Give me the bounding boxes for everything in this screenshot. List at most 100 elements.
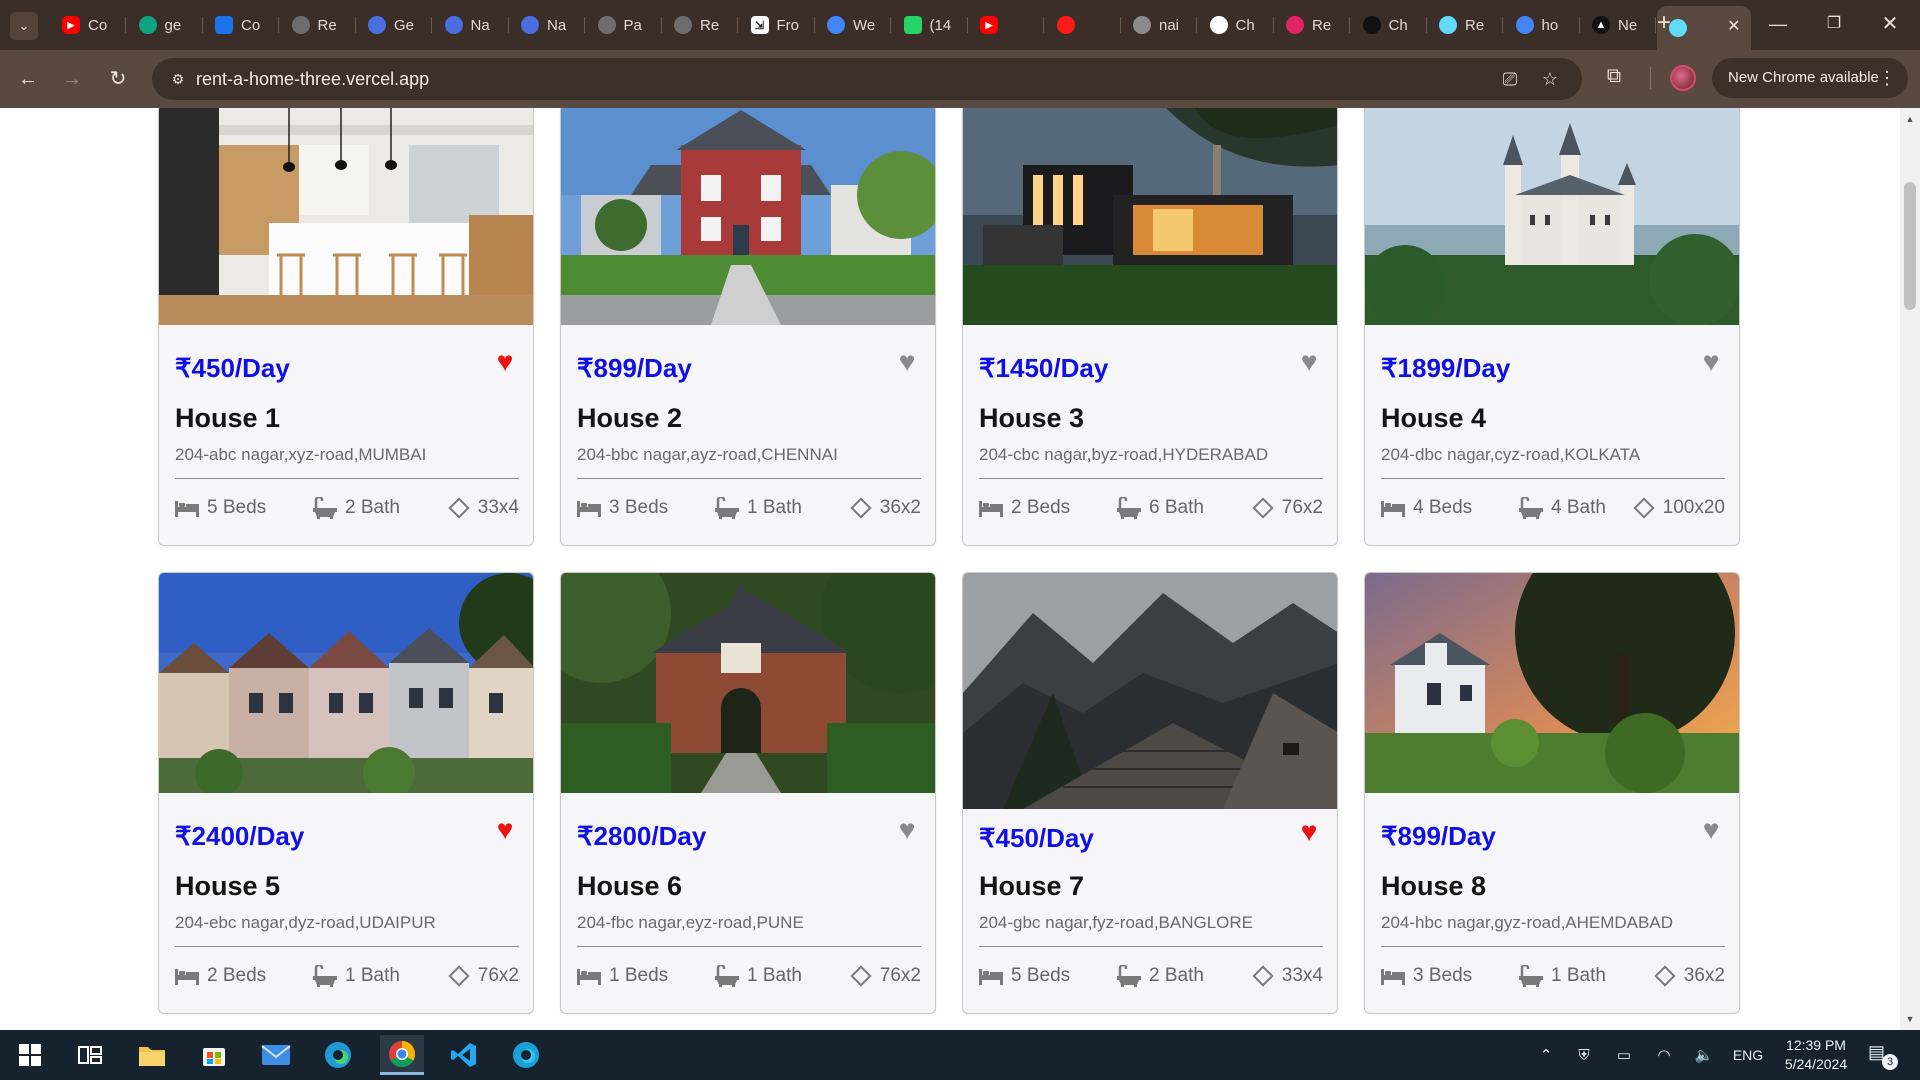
microsoft-store-icon[interactable] [192, 1035, 236, 1075]
page-scrollbar[interactable]: ▲ ▼ [1900, 108, 1920, 1030]
minimize-button[interactable]: — [1766, 12, 1790, 36]
browser-tab[interactable]: ▶ [968, 8, 1044, 42]
listing-card[interactable]: ₹450/Day ♥ House 1 204-abc nagar,xyz-road,M… [158, 108, 534, 546]
listing-photo[interactable] [561, 573, 935, 793]
site-info-icon[interactable]: ⚙ [166, 67, 190, 91]
address-bar[interactable]: ⚙ rent-a-home-three.vercel.app ⎚ ☆ [152, 58, 1582, 100]
listing-title[interactable]: House 8 [1381, 871, 1486, 902]
listing-photo[interactable] [1365, 573, 1739, 793]
browser-tab[interactable]: Ch [1351, 8, 1427, 42]
favorite-heart-icon[interactable]: ♥ [1697, 348, 1725, 376]
battery-icon[interactable]: ▭ [1612, 1030, 1636, 1080]
extensions-icon[interactable]: ⧉ [1602, 65, 1626, 89]
back-button[interactable]: ← [14, 65, 42, 93]
listing-card[interactable]: ₹899/Day ♥ House 2 204-bbc nagar,ayz-road,C… [560, 108, 936, 546]
browser-tab[interactable]: Ch [1198, 8, 1274, 42]
favorite-heart-icon[interactable]: ♥ [1295, 818, 1323, 846]
favorite-heart-icon[interactable]: ♥ [893, 816, 921, 844]
listing-card[interactable]: ₹2400/Day ♥ House 5 204-ebc nagar,dyz-road,… [158, 572, 534, 1014]
spec-bath: 1 Bath [313, 965, 400, 987]
reload-button[interactable]: ↻ [104, 65, 132, 93]
whatsapp-icon [903, 16, 922, 34]
browser-tab[interactable]: Co [203, 8, 279, 42]
browser-tab[interactable]: (14 [892, 8, 968, 42]
close-tab-icon[interactable]: ✕ [1727, 16, 1740, 36]
browser-tab[interactable]: Na [509, 8, 585, 42]
listing-card[interactable]: ₹1450/Day ♥ House 3 204-cbc nagar,byz-road,… [962, 108, 1338, 546]
tab-search-button[interactable]: ⌄ [10, 12, 38, 40]
listing-photo[interactable] [963, 573, 1337, 809]
listing-title[interactable]: House 1 [175, 403, 280, 434]
browser-tab[interactable]: nai [1121, 8, 1197, 42]
browser-tab[interactable]: ▲ Ne [1580, 8, 1656, 42]
tab-title: Ch [1388, 16, 1408, 34]
bathtub-icon [313, 965, 337, 987]
edge-icon[interactable] [316, 1035, 360, 1075]
browser-tab[interactable]: Re [1427, 8, 1503, 42]
browser-tab[interactable]: ⇲ Fro [739, 8, 815, 42]
price-row: ₹2400/Day ♥ [175, 816, 519, 857]
new-tab-button[interactable]: + [1652, 11, 1676, 36]
task-view-icon[interactable] [68, 1035, 112, 1075]
listing-card[interactable]: ₹2800/Day ♥ House 6 204-fbc nagar,eyz-road,… [560, 572, 936, 1014]
scroll-thumb[interactable] [1904, 182, 1916, 310]
bed-icon [979, 967, 1003, 985]
listing-card[interactable]: ₹450/Day ♥ House 7 204-gbc nagar,fyz-road,B… [962, 572, 1338, 1014]
chrome-icon[interactable] [380, 1035, 424, 1075]
browser-tab[interactable]: Re [280, 8, 356, 42]
listing-photo[interactable] [561, 108, 935, 325]
close-window-button[interactable]: ✕ [1878, 12, 1902, 36]
favorite-heart-icon[interactable]: ♥ [893, 348, 921, 376]
browser-tab[interactable]: Re [662, 8, 738, 42]
vscode-icon[interactable] [442, 1035, 486, 1075]
gemini-icon [521, 16, 539, 34]
listing-photo[interactable] [159, 108, 533, 325]
listing-title[interactable]: House 7 [979, 871, 1084, 902]
chrome-update-button[interactable]: New Chrome available ⋮ [1712, 58, 1908, 98]
listing-card[interactable]: ₹1899/Day ♥ House 4 204-dbc nagar,cyz-road,… [1364, 108, 1740, 546]
browser-tab[interactable]: ge [127, 8, 203, 42]
listing-title[interactable]: House 6 [577, 871, 682, 902]
edge-beta-icon[interactable] [504, 1035, 548, 1075]
install-app-icon[interactable]: ⎚ [1498, 67, 1522, 91]
listing-title[interactable]: House 5 [175, 871, 280, 902]
wifi-icon[interactable]: ◠ [1652, 1030, 1676, 1080]
favorite-heart-icon[interactable]: ♥ [491, 816, 519, 844]
browser-tab[interactable]: ho [1504, 8, 1580, 42]
browser-tab[interactable]: ▶ Co [50, 8, 126, 42]
browser-tab[interactable]: Ge [356, 8, 432, 42]
restore-button[interactable]: ❐ [1822, 12, 1846, 36]
favorite-heart-icon[interactable]: ♥ [1295, 348, 1323, 376]
listing-title[interactable]: House 2 [577, 403, 682, 434]
youtube-icon: ▶ [980, 16, 998, 34]
profile-avatar[interactable] [1670, 65, 1696, 91]
listing-photo[interactable] [1365, 108, 1739, 325]
security-icon[interactable]: ⛨ [1572, 1030, 1596, 1080]
listing-photo[interactable] [159, 573, 533, 793]
listing-title[interactable]: House 3 [979, 403, 1084, 434]
system-clock[interactable]: 12:39 PM 5/24/2024 [1770, 1036, 1862, 1074]
listing-address: 204-fbc nagar,eyz-road,PUNE [577, 913, 804, 932]
show-hidden-icons-icon[interactable]: ⌃ [1534, 1030, 1558, 1080]
browser-tab[interactable]: Pa [586, 8, 662, 42]
notification-center-icon[interactable]: ▤ 3 [1868, 1042, 1898, 1070]
scroll-up-arrow-icon[interactable]: ▲ [1905, 114, 1915, 124]
forward-button[interactable]: → [58, 65, 86, 93]
browser-tab[interactable]: Na [433, 8, 509, 42]
volume-icon[interactable]: 🔈 [1692, 1030, 1716, 1080]
scroll-down-arrow-icon[interactable]: ▼ [1905, 1014, 1915, 1024]
file-explorer-icon[interactable] [130, 1035, 174, 1075]
browser-tab[interactable]: Re [1274, 8, 1350, 42]
bookmark-star-icon[interactable]: ☆ [1538, 67, 1562, 91]
listing-title[interactable]: House 4 [1381, 403, 1486, 434]
mail-icon[interactable] [254, 1035, 298, 1075]
browser-tab[interactable]: We [815, 8, 891, 42]
listing-card[interactable]: ₹899/Day ♥ House 8 204-hbc nagar,gyz-road,A… [1364, 572, 1740, 1014]
language-indicator[interactable]: ENG [1728, 1030, 1768, 1080]
browser-tab[interactable] [1045, 8, 1121, 42]
windows-start-icon[interactable] [8, 1035, 52, 1075]
frontend-mentor-icon: ⇲ [750, 16, 769, 34]
favorite-heart-icon[interactable]: ♥ [1697, 816, 1725, 844]
listing-photo[interactable] [963, 108, 1337, 325]
favorite-heart-icon[interactable]: ♥ [491, 348, 519, 376]
